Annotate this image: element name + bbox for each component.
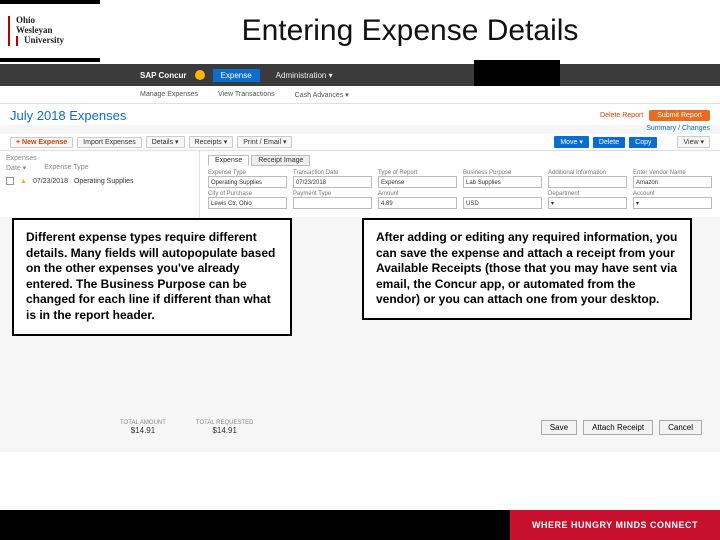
redaction-block	[474, 60, 560, 86]
field-department[interactable]: ▾	[548, 197, 627, 209]
annotation-left: Different expense types require differen…	[12, 218, 292, 336]
report-title: July 2018 Expenses	[10, 108, 126, 123]
delete-report-link[interactable]: Delete Report	[600, 112, 643, 119]
total-amount-value: $14.91	[120, 426, 166, 435]
toolbar: + New Expense Import Expenses Details ▾ …	[0, 134, 720, 150]
import-button[interactable]: Import Expenses	[77, 137, 142, 148]
field-amount[interactable]: 4.89	[378, 197, 457, 209]
field-expense-type[interactable]: Operating Supplies	[208, 176, 287, 188]
submit-report-button[interactable]: Submit Report	[649, 110, 710, 121]
copy-button[interactable]: Copy	[629, 137, 657, 148]
field-additional-info[interactable]	[548, 176, 627, 188]
field-transaction-date[interactable]: 07/23/2018	[293, 176, 372, 188]
field-currency[interactable]: USD	[463, 197, 542, 209]
alert-icon: ▲	[20, 178, 27, 185]
slide-title: Entering Expense Details	[100, 0, 720, 62]
form-actions: Save Attach Receipt Cancel	[541, 420, 702, 435]
col-date[interactable]: Date ▾	[6, 164, 26, 172]
field-report-type[interactable]: Expense	[378, 176, 457, 188]
logo-line-3: University	[16, 36, 92, 46]
concur-badge-icon	[195, 70, 205, 80]
attach-receipt-button[interactable]: Attach Receipt	[583, 420, 653, 435]
col-type[interactable]: Expense Type	[44, 164, 88, 172]
subnav-transactions[interactable]: View Transactions	[218, 91, 275, 98]
footer-bar	[0, 510, 510, 540]
subnav-cash-advances[interactable]: Cash Advances ▾	[295, 91, 349, 99]
save-button[interactable]: Save	[541, 420, 577, 435]
field-city[interactable]: Lewis Ctr, Ohio	[208, 197, 287, 209]
total-requested-value: $14.91	[196, 426, 254, 435]
cell-type: Operating Supplies	[74, 178, 134, 185]
slide-header: Ohio Wesleyan University Entering Expens…	[0, 0, 720, 64]
report-header: July 2018 Expenses Delete Report Submit …	[0, 104, 720, 125]
concur-brand: SAP Concur	[140, 71, 187, 80]
totals-bar: TOTAL AMOUNT$14.91 TOTAL REQUESTED$14.91	[120, 420, 253, 435]
tab-administration[interactable]: Administration ▾	[268, 69, 341, 82]
subnav-manage[interactable]: Manage Expenses	[140, 91, 198, 98]
receipts-button[interactable]: Receipts ▾	[189, 136, 234, 148]
table-row[interactable]: ▲ 07/23/2018 Operating Supplies	[6, 175, 193, 187]
form-tab-expense[interactable]: Expense	[208, 155, 249, 166]
concur-subnav: Manage Expenses View Transactions Cash A…	[0, 86, 720, 104]
field-payment-type[interactable]	[293, 197, 372, 209]
content-panel: Expenses Date ▾ Expense Type ▲ 07/23/201…	[0, 150, 720, 217]
summary-link[interactable]: Summary / Changes	[0, 125, 720, 134]
expense-form: Expense Receipt Image Expense TypeOperat…	[200, 151, 720, 217]
form-tab-receipt[interactable]: Receipt Image	[251, 155, 310, 166]
field-vendor[interactable]: Amazon	[633, 176, 712, 188]
footer-tagline: WHERE HUNGRY MINDS CONNECT	[510, 510, 720, 540]
move-button[interactable]: Move ▾	[554, 136, 589, 148]
row-checkbox[interactable]	[6, 177, 14, 185]
delete-button[interactable]: Delete	[593, 137, 625, 148]
cell-date: 07/23/2018	[33, 178, 68, 185]
tab-expense[interactable]: Expense	[213, 69, 260, 82]
expenses-table: Expenses Date ▾ Expense Type ▲ 07/23/201…	[0, 151, 200, 217]
details-button[interactable]: Details ▾	[146, 136, 185, 148]
cancel-button[interactable]: Cancel	[659, 420, 702, 435]
slide-footer: WHERE HUNGRY MINDS CONNECT	[0, 510, 720, 540]
view-button[interactable]: View ▾	[677, 136, 710, 148]
ohio-wesleyan-logo: Ohio Wesleyan University	[0, 0, 100, 62]
field-business-purpose[interactable]: Lab Supplies	[463, 176, 542, 188]
white-band	[0, 452, 720, 510]
new-expense-button[interactable]: + New Expense	[10, 137, 73, 148]
field-account[interactable]: ▾	[633, 197, 712, 209]
concur-top-bar: SAP Concur Expense Administration ▾	[0, 64, 720, 86]
print-button[interactable]: Print / Email ▾	[237, 136, 292, 148]
annotation-right: After adding or editing any required inf…	[362, 218, 692, 320]
